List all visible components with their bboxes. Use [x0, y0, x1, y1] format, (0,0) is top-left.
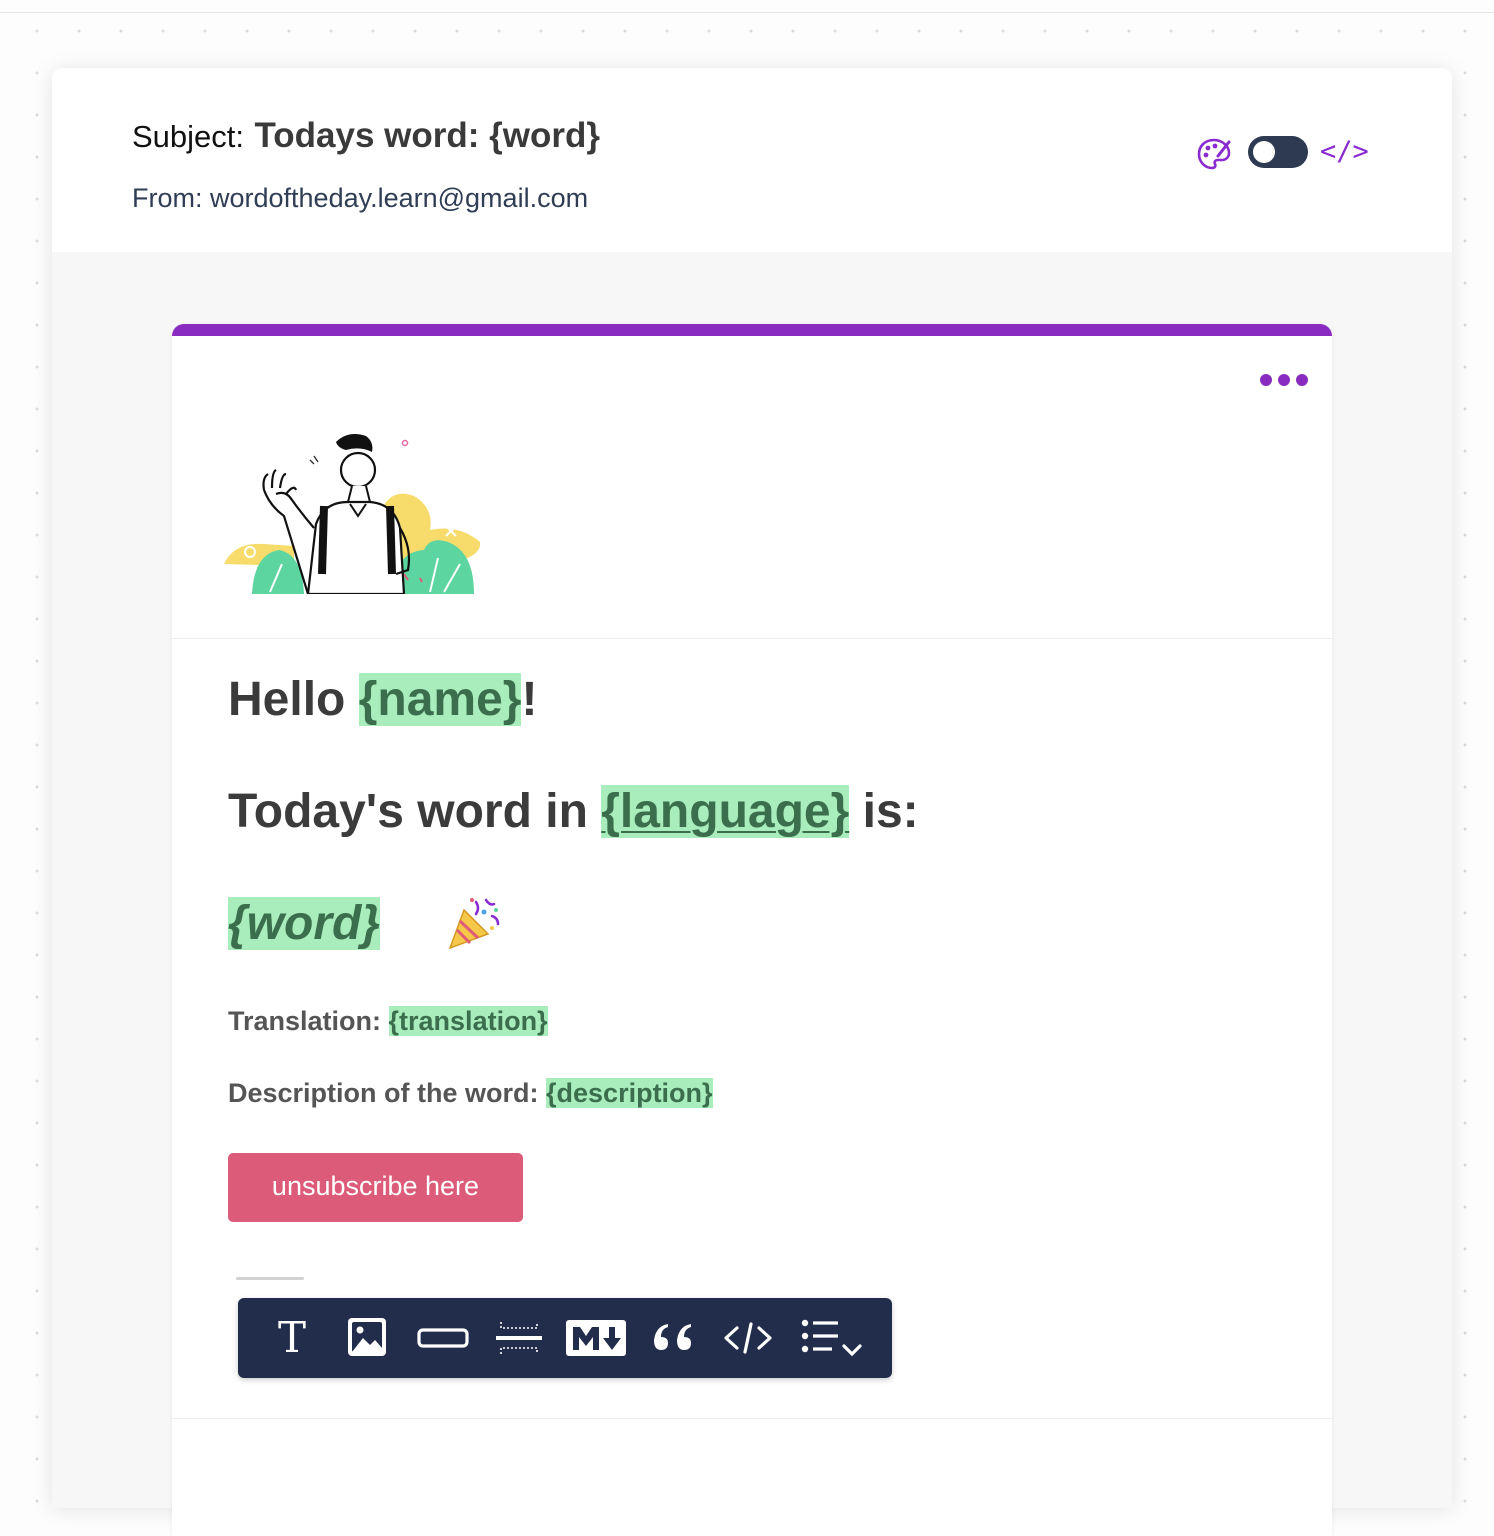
palette-icon[interactable]: [1196, 136, 1232, 172]
svg-text:T: T: [278, 1313, 306, 1362]
email-header: Subject: Todays word: {word} From: wordo…: [52, 68, 1452, 252]
markdown-icon[interactable]: [566, 1312, 626, 1364]
word-intro-suffix: is:: [849, 785, 919, 838]
image-block-divider: [172, 638, 1332, 639]
word-heading[interactable]: {word}: [228, 896, 500, 951]
toggle-knob: [1253, 141, 1275, 163]
subject-label: Subject:: [132, 119, 245, 154]
block-drag-handle[interactable]: [236, 1277, 304, 1280]
description-variable[interactable]: {description}: [546, 1078, 713, 1108]
preview-toggle[interactable]: [1248, 136, 1308, 168]
greeting-suffix: !: [521, 673, 538, 726]
word-variable[interactable]: {word}: [228, 897, 381, 950]
more-options-icon[interactable]: [1260, 374, 1308, 388]
unsubscribe-button[interactable]: unsubscribe here: [228, 1153, 523, 1222]
description-line[interactable]: Description of the word: {description}: [228, 1078, 713, 1109]
top-border: [0, 12, 1494, 13]
translation-label: Translation:: [228, 1006, 389, 1036]
header-tools: </>: [1196, 134, 1376, 174]
list-dropdown-icon[interactable]: [798, 1312, 862, 1364]
quote-icon[interactable]: [644, 1312, 700, 1364]
party-popper-icon: [448, 898, 500, 950]
greeting-prefix: Hello: [228, 673, 359, 726]
block-insert-toolbar: T: [238, 1298, 892, 1378]
translation-line[interactable]: Translation: {translation}: [228, 1006, 548, 1037]
word-intro-prefix: Today's word in: [228, 785, 602, 838]
greeting-heading[interactable]: Hello {name}!: [228, 672, 537, 727]
translation-variable[interactable]: {translation}: [388, 1006, 548, 1036]
name-variable[interactable]: {name}: [358, 673, 522, 726]
language-variable[interactable]: {language}: [601, 785, 850, 838]
email-editor-panel: Subject: Todays word: {word} From: wordo…: [52, 68, 1452, 1536]
image-icon[interactable]: [339, 1312, 395, 1364]
description-label: Description of the word:: [228, 1078, 547, 1108]
code-icon[interactable]: [720, 1312, 776, 1364]
code-view-icon[interactable]: </>: [1320, 136, 1369, 167]
divider-icon[interactable]: [491, 1312, 547, 1364]
from-address: From: wordoftheday.learn@gmail.com: [132, 183, 589, 213]
button-block-icon[interactable]: [415, 1312, 471, 1364]
word-intro-heading[interactable]: Today's word in {language} is:: [228, 784, 919, 839]
email-body-card: Hello {name}! Today's word in {language}…: [172, 324, 1332, 1536]
text-icon[interactable]: T: [264, 1312, 320, 1364]
waving-person-illustration: [224, 434, 481, 594]
subject-value[interactable]: Todays word: {word}: [254, 116, 600, 155]
subject-row[interactable]: Subject: Todays word: {word}: [132, 116, 600, 156]
content-block-divider: [172, 1418, 1332, 1419]
